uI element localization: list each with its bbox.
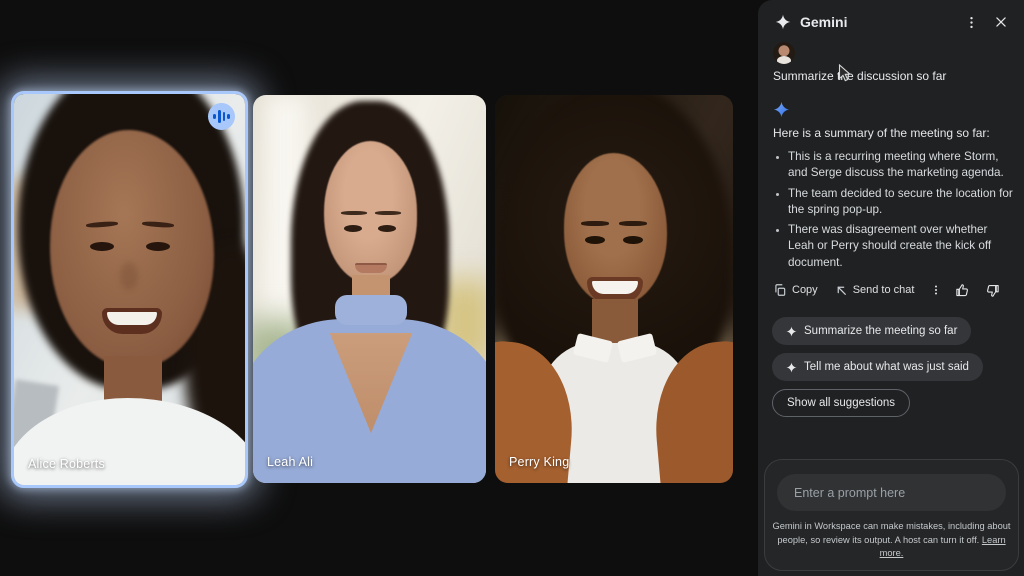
user-avatar — [773, 42, 795, 64]
participant-name: Alice Roberts — [28, 457, 105, 471]
participant-name: Perry King — [509, 455, 569, 469]
close-icon[interactable] — [990, 11, 1012, 33]
chip-label: Show all suggestions — [787, 397, 895, 409]
summary-bullet-list: This is a recurring meeting where Storm,… — [774, 149, 1014, 275]
video-tile-leah[interactable]: Leah Ali — [253, 95, 486, 483]
summary-bullet: This is a recurring meeting where Storm,… — [788, 149, 1014, 182]
meet-window: Alice Roberts Leah Ali — [0, 0, 1024, 576]
gemini-panel: Gemini Summarize the discussion so far H… — [758, 0, 1024, 576]
summary-bullet: There was disagreement over whether Leah… — [788, 222, 1014, 271]
participant-video — [495, 95, 733, 483]
disclaimer-text: Gemini in Workspace can make mistakes, i… — [772, 520, 1011, 561]
video-tile-alice[interactable]: Alice Roberts — [11, 91, 248, 488]
chip-sparkle-icon — [786, 326, 797, 337]
chip-label: Summarize the meeting so far — [804, 325, 957, 337]
gemini-sparkle-icon — [774, 11, 791, 33]
user-prompt-text: Summarize the discussion so far — [773, 69, 946, 83]
prompt-composer: Gemini in Workspace can make mistakes, i… — [764, 459, 1019, 571]
thumb-up-icon[interactable] — [951, 279, 973, 301]
video-tile-perry[interactable]: Perry King — [495, 95, 733, 483]
summary-bullet: The team decided to secure the location … — [788, 186, 1014, 219]
suggestion-chips: Summarize the meeting so far Tell me abo… — [772, 317, 1018, 425]
chip-sparkle-icon — [786, 362, 797, 373]
prompt-input-pill — [777, 474, 1006, 511]
video-grid: Alice Roberts Leah Ali — [0, 0, 758, 576]
response-action-bar: Copy Send to chat — [773, 280, 1003, 300]
show-all-suggestions-button[interactable]: Show all suggestions — [772, 389, 910, 417]
chip-label: Tell me about what was just said — [804, 361, 969, 373]
panel-title: Gemini — [800, 14, 847, 30]
participant-name: Leah Ali — [267, 455, 313, 469]
voice-activity-icon — [208, 103, 235, 130]
summary-intro: Here is a summary of the meeting so far: — [773, 126, 990, 140]
gemini-panel-header: Gemini — [774, 11, 1012, 33]
feedback-more-icon[interactable] — [929, 279, 943, 301]
copy-label: Copy — [792, 284, 818, 296]
more-options-icon[interactable] — [960, 11, 982, 33]
participant-video — [14, 94, 245, 485]
send-to-chat-label: Send to chat — [853, 284, 915, 296]
prompt-input[interactable] — [777, 474, 1006, 511]
gemini-response-sparkle-icon — [773, 101, 790, 123]
suggestion-chip-summarize[interactable]: Summarize the meeting so far — [772, 317, 971, 345]
send-to-chat-button[interactable]: Send to chat — [835, 284, 915, 297]
suggestion-chip-just-said[interactable]: Tell me about what was just said — [772, 353, 983, 381]
mouse-cursor-icon — [838, 64, 851, 88]
participant-video — [253, 95, 486, 483]
copy-button[interactable]: Copy — [773, 283, 818, 297]
thumb-down-icon[interactable] — [981, 279, 1003, 301]
